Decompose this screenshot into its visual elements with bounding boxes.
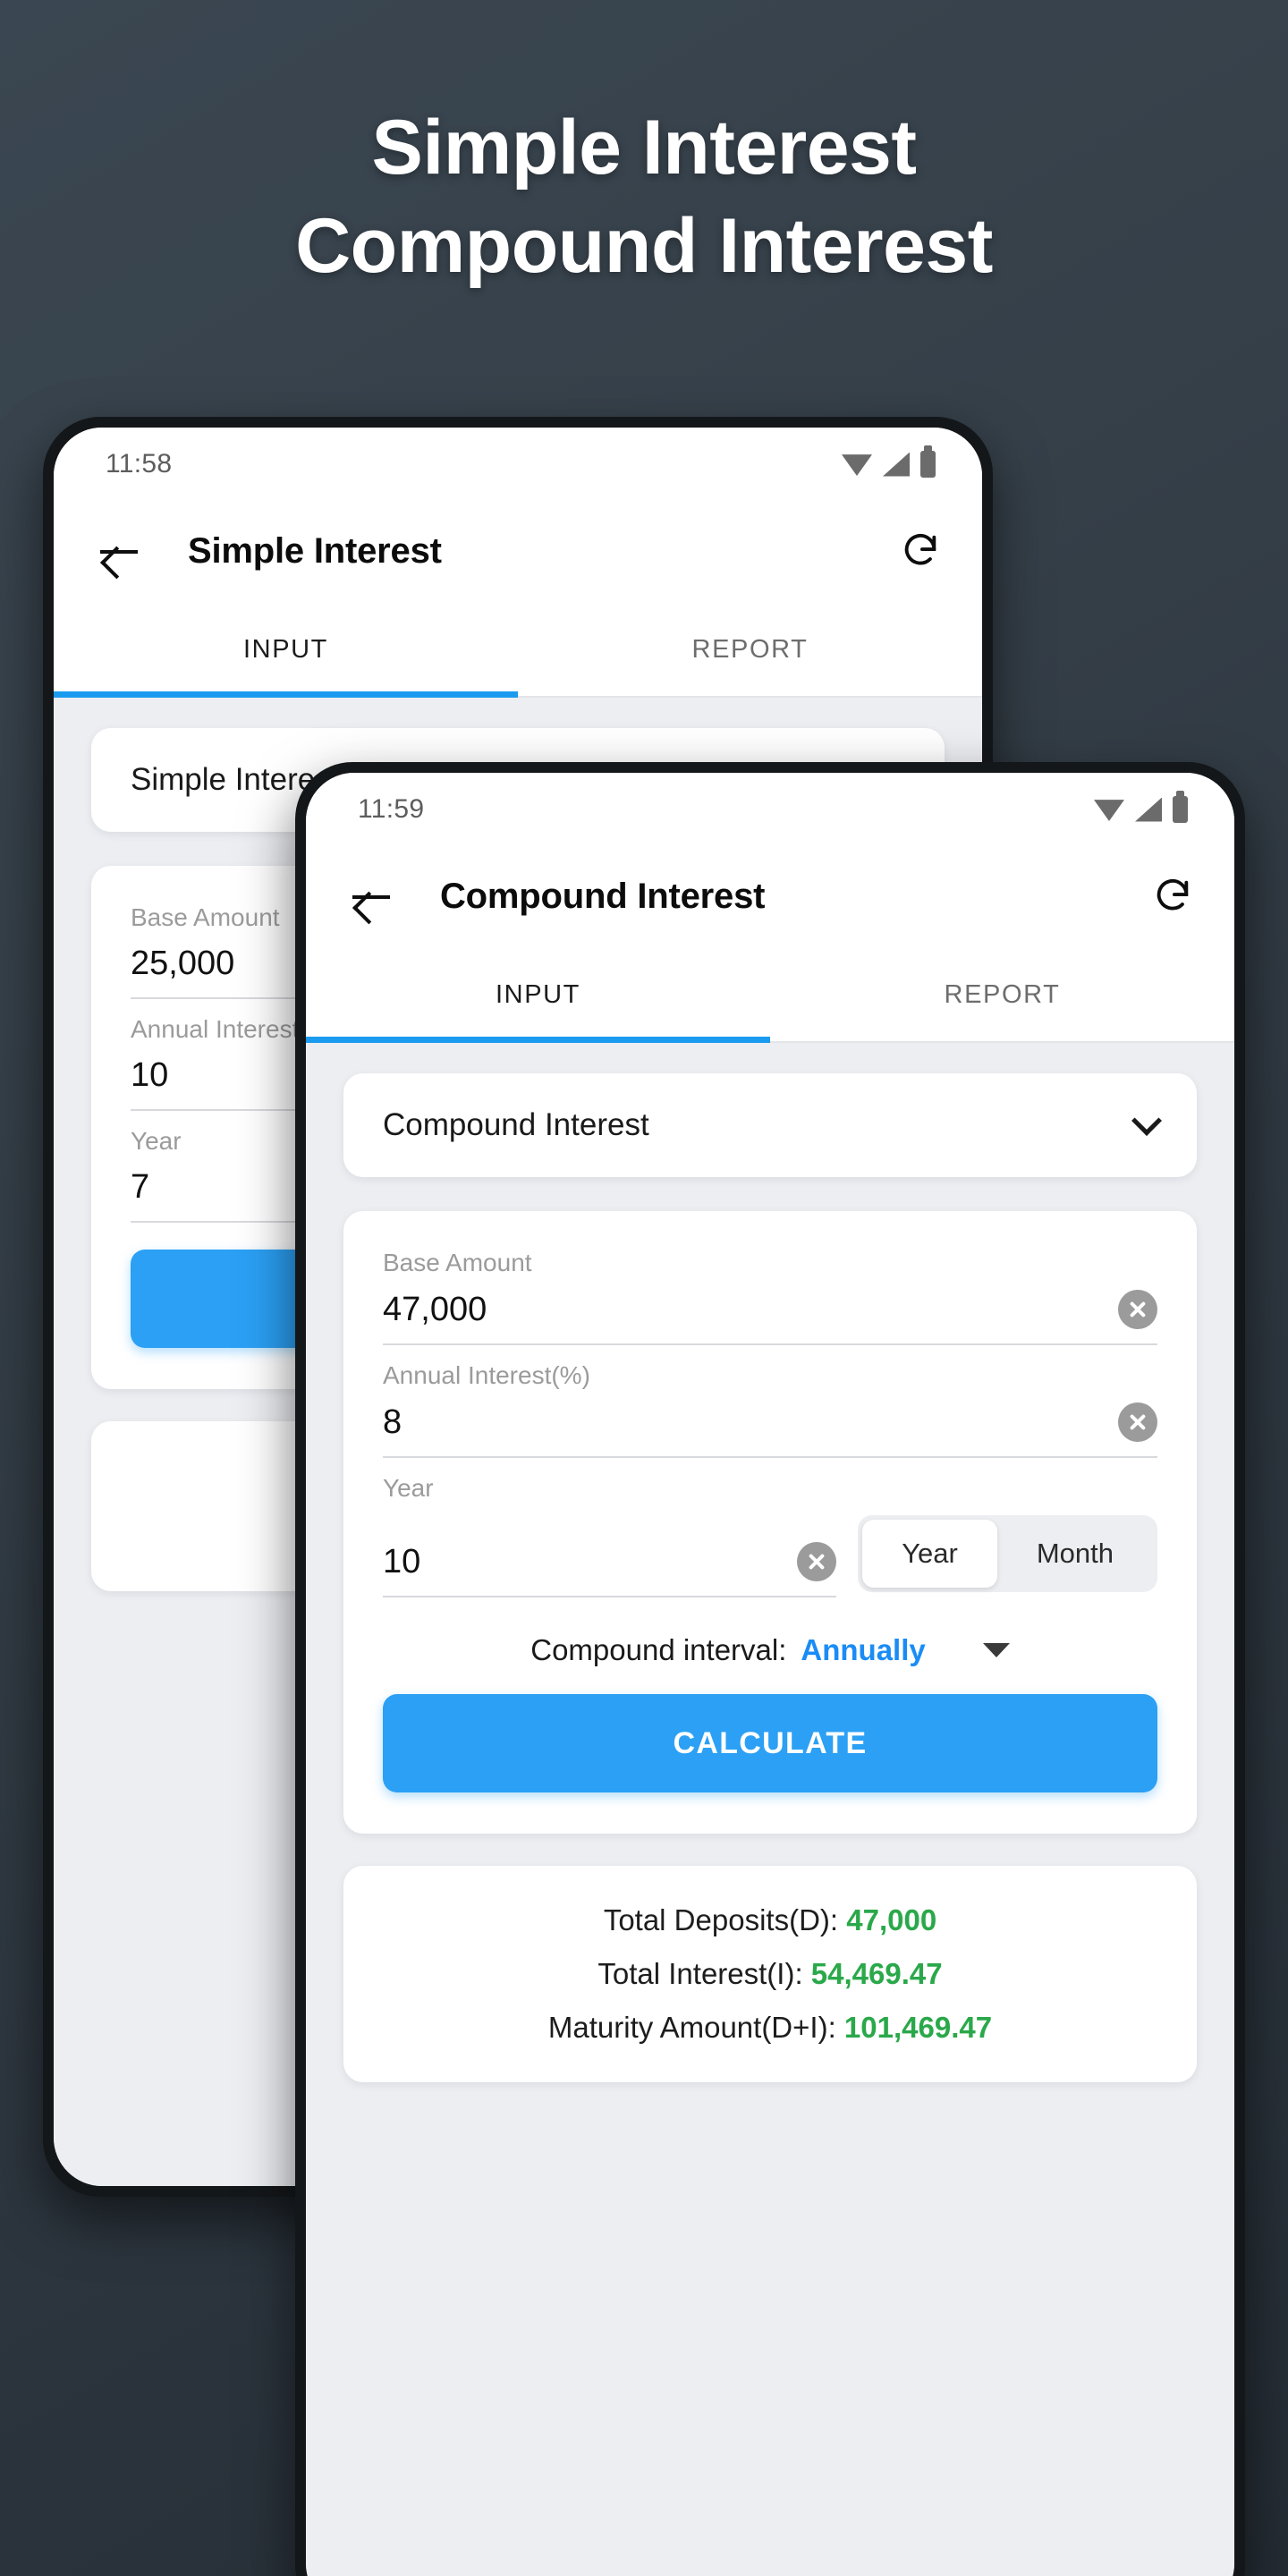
field-value: 25,000 <box>131 945 235 982</box>
result-label: Maturity Amount(D+I): <box>547 2011 836 2044</box>
field-base-amount: Base Amount 47,000 <box>383 1249 1157 1345</box>
calculator-type-selector[interactable]: Compound Interest <box>343 1073 1197 1177</box>
field-value: 10 <box>383 1542 421 1580</box>
duration-unit-toggle: Year Month <box>858 1515 1157 1592</box>
result-total-interest: Total Interest(I): 54,469.47 <box>383 1957 1157 1991</box>
result-total-deposits: Total Deposits(D): 47,000 <box>383 1903 1157 1937</box>
field-annual-interest: Annual Interest(%) 8 <box>383 1361 1157 1458</box>
tab-input[interactable]: INPUT <box>54 601 518 698</box>
clear-icon[interactable] <box>1118 1290 1157 1329</box>
clear-icon[interactable] <box>1118 1402 1157 1442</box>
tab-input[interactable]: INPUT <box>306 946 770 1043</box>
results-card-front: Total Deposits(D): 47,000 Total Interest… <box>343 1866 1197 2082</box>
tab-indicator <box>306 1037 770 1043</box>
field-label: Year <box>383 1474 434 1502</box>
base-amount-input[interactable]: 47,000 <box>383 1290 1157 1345</box>
battery-icon <box>1173 791 1188 823</box>
headline-line-2: Compound Interest <box>295 203 993 290</box>
wifi-icon <box>842 454 872 476</box>
phone-screen-front: 11:59 Compound Interest INPUT REPORT Com… <box>306 773 1234 2576</box>
app-bar-title: Simple Interest <box>188 530 442 571</box>
chevron-down-icon <box>1131 1106 1162 1136</box>
tab-bar-back: INPUT REPORT <box>54 601 982 698</box>
compound-interval-row[interactable]: Compound interval: Annually <box>383 1633 1157 1667</box>
field-value: 10 <box>131 1056 169 1094</box>
tab-indicator <box>54 691 518 698</box>
compound-interval-value: Annually <box>801 1633 926 1666</box>
battery-icon <box>920 445 936 478</box>
status-icons <box>842 445 936 478</box>
app-bar-back: Simple Interest <box>54 501 982 601</box>
app-bar-title: Compound Interest <box>440 876 766 916</box>
back-arrow-icon[interactable] <box>347 872 395 920</box>
result-label: Total Interest(I): <box>597 1957 803 1990</box>
result-label: Total Deposits(D): <box>603 1903 839 1936</box>
calculate-button[interactable]: CALCULATE <box>383 1694 1157 1792</box>
toggle-option-month[interactable]: Month <box>997 1520 1153 1588</box>
field-year: Year 10 Year Month <box>383 1474 1157 1597</box>
phone-mockup-compound-interest: 11:59 Compound Interest INPUT REPORT Com… <box>295 762 1245 2576</box>
calculator-type-label: Compound Interest <box>383 1107 649 1142</box>
page-body-front: Compound Interest Base Amount 47,000 Ann… <box>306 1043 1234 2576</box>
refresh-icon[interactable] <box>900 530 941 572</box>
tab-report[interactable]: REPORT <box>518 601 982 698</box>
headline-line-1: Simple Interest <box>371 105 917 191</box>
annual-interest-input[interactable]: 8 <box>383 1402 1157 1458</box>
page-title: Simple Interest Compound Interest <box>0 98 1288 295</box>
app-bar-front: Compound Interest <box>306 846 1234 946</box>
tab-report[interactable]: REPORT <box>770 946 1234 1043</box>
caret-down-icon[interactable] <box>982 1643 1010 1657</box>
wifi-icon <box>1094 800 1124 821</box>
field-value: 47,000 <box>383 1290 487 1328</box>
toggle-option-year[interactable]: Year <box>862 1520 997 1588</box>
compound-interval-label: Compound interval: <box>530 1633 787 1666</box>
signal-icon <box>883 452 910 477</box>
field-label: Base Amount <box>383 1249 532 1276</box>
result-maturity-amount: Maturity Amount(D+I): 101,469.47 <box>383 2011 1157 2045</box>
signal-icon <box>1135 797 1162 822</box>
field-value: 8 <box>383 1402 402 1441</box>
back-arrow-icon[interactable] <box>95 527 143 575</box>
input-form-card-front: Base Amount 47,000 Annual Interest(%) 8 … <box>343 1211 1197 1834</box>
year-input[interactable]: 10 <box>383 1542 837 1597</box>
status-bar-back: 11:58 <box>54 428 982 501</box>
promo-stage: Simple Interest Compound Interest 11:58 … <box>0 0 1288 2576</box>
result-value: 101,469.47 <box>843 2011 993 2044</box>
status-bar-front: 11:59 <box>306 773 1234 846</box>
status-time: 11:58 <box>106 449 173 479</box>
result-value: 47,000 <box>846 1903 937 1936</box>
refresh-icon[interactable] <box>1152 876 1193 917</box>
field-label: Annual Interest(%) <box>383 1361 590 1389</box>
result-value: 54,469.47 <box>810 1957 943 1990</box>
status-icons <box>1094 791 1188 823</box>
tab-bar-front: INPUT REPORT <box>306 946 1234 1043</box>
status-time: 11:59 <box>358 794 425 824</box>
clear-icon[interactable] <box>797 1542 837 1581</box>
field-value: 7 <box>131 1168 150 1206</box>
